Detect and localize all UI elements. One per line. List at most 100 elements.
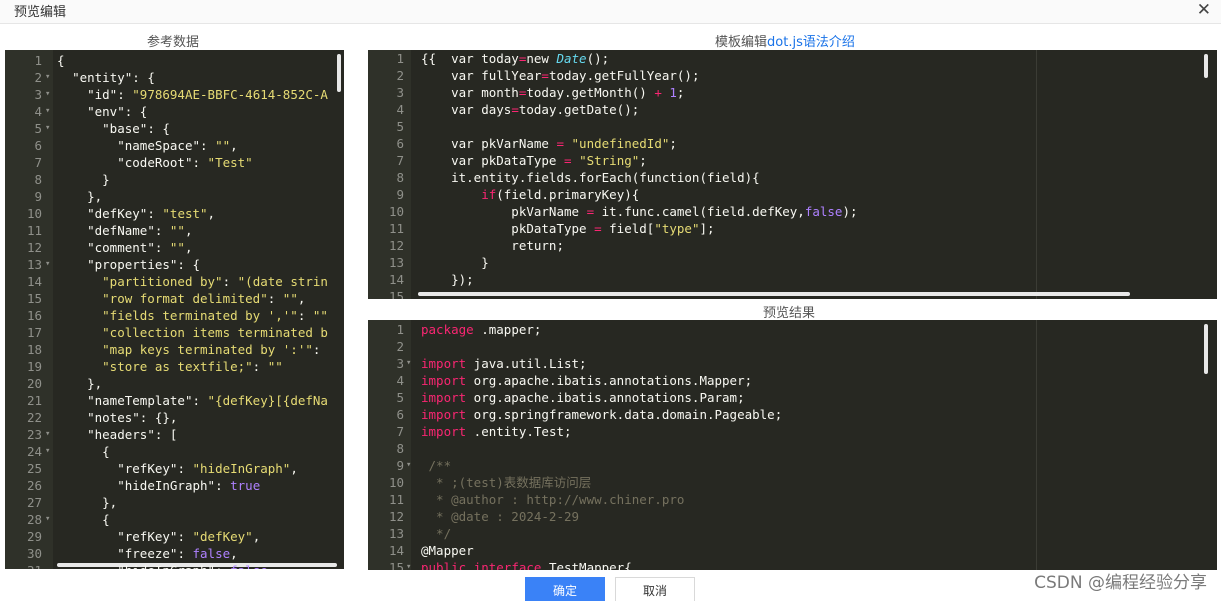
code-line: 9 if(field.primaryKey){ — [368, 186, 1217, 203]
line-number: 23 — [26, 427, 42, 442]
line-number: 28 — [26, 512, 42, 527]
code-text: "entity": { — [72, 70, 155, 85]
code-text: "hideInGraph": true — [117, 478, 261, 493]
line-number: 9 — [396, 458, 404, 473]
code-line: 2 var fullYear=today.getFullYear(); — [368, 67, 1217, 84]
code-text: } — [421, 255, 489, 270]
line-number: 2 — [396, 68, 404, 83]
code-line: 24 ▾ { — [5, 443, 344, 460]
line-number: 12 — [388, 238, 404, 253]
code-line: 4 ▾ "env": { — [5, 103, 344, 120]
code-line: 8 } — [5, 171, 344, 188]
fold-toggle-icon[interactable]: ▾ — [45, 511, 50, 528]
code-line: 8 — [368, 440, 1217, 457]
code-line: 28 ▾ { — [5, 511, 344, 528]
fold-toggle-icon[interactable]: ▾ — [45, 86, 50, 103]
code-text: "properties": { — [87, 257, 200, 272]
code-text: "store as textfile;": "" — [102, 359, 283, 374]
line-number: 15 — [26, 291, 42, 306]
code-line: 26 "hideInGraph": true — [5, 477, 344, 494]
line-number: 17 — [26, 325, 42, 340]
line-number: 15 — [388, 289, 404, 299]
line-number: 9 — [396, 187, 404, 202]
dialog-title: 预览编辑 — [14, 5, 67, 20]
line-number: 16 — [26, 308, 42, 323]
line-number: 27 — [26, 495, 42, 510]
code-line: 4 import org.apache.ibatis.annotations.Ma… — [368, 372, 1217, 389]
line-number: 30 — [26, 546, 42, 561]
code-text: "collection items terminated b — [102, 325, 328, 340]
code-line: 19 "store as textfile;": "" — [5, 358, 344, 375]
code-text: pkDataType = field["type"]; — [421, 221, 715, 236]
line-number: 1 — [34, 53, 42, 68]
dotjs-syntax-link[interactable]: dot.js语法介绍 — [767, 35, 855, 50]
line-number: 14 — [388, 543, 404, 558]
code-text: {{ var today=new Date(); — [421, 51, 610, 66]
fold-toggle-icon[interactable]: ▾ — [406, 457, 411, 474]
code-text: /** — [421, 458, 452, 473]
code-line: 10 "defKey": "test", — [5, 205, 344, 222]
template-editor[interactable]: 1{{ var today=new Date(); 2 var fullYear=… — [368, 50, 1217, 299]
code-text: "nameSpace": "", — [117, 138, 238, 153]
fold-toggle-icon[interactable]: ▾ — [45, 443, 50, 460]
line-number: 7 — [34, 155, 42, 170]
line-number: 29 — [26, 529, 42, 544]
code-text: "hideInGraph": false — [57, 562, 268, 569]
line-number: 10 — [26, 206, 42, 221]
line-number: 12 — [388, 509, 404, 524]
fold-toggle-icon[interactable]: ▾ — [406, 559, 411, 570]
preview-editor[interactable]: 1 package .mapper; 2 3 ▾ import java.util.Lis… — [368, 320, 1217, 570]
preview-result-label: 预览结果 — [763, 306, 816, 321]
code-line: 3 ▾ "id": "978694AE-BBFC-4614-852C-A — [5, 86, 344, 103]
cancel-button[interactable]: 取消 — [615, 577, 695, 601]
code-text: "refKey": "hideInGraph", — [117, 461, 298, 476]
close-icon[interactable]: ✕ — [1197, 0, 1211, 20]
line-number: 31 — [5, 562, 42, 569]
code-line: 5 ▾ "base": { — [5, 120, 344, 137]
code-line: 14 }); — [368, 271, 1217, 288]
reference-data-editor[interactable]: 1{2 ▾ "entity": {3 ▾ "id": "978694AE-BBFC-… — [5, 50, 344, 569]
code-text: var month=today.getMonth() + 1; — [421, 85, 685, 100]
line-number: 21 — [26, 393, 42, 408]
fold-toggle-icon[interactable]: ▾ — [45, 426, 50, 443]
code-text: "fields terminated by ','": "" — [102, 308, 328, 323]
code-text: { — [57, 53, 65, 68]
line-number: 5 — [396, 119, 404, 134]
code-line: 9 }, — [5, 188, 344, 205]
code-text: */ — [421, 526, 452, 541]
template-edit-label-text: 模板编辑 — [715, 35, 768, 50]
line-number: 19 — [26, 359, 42, 374]
code-line: 10 * ;(test)表数据库访问层 — [368, 474, 1217, 491]
code-line: 11 * @author : http://www.chiner.pro — [368, 491, 1217, 508]
code-text: * @author : http://www.chiner.pro — [421, 492, 685, 507]
code-line: 18 "map keys terminated by ':'": — [5, 341, 344, 358]
code-line: 3 var month=today.getMonth() + 1; — [368, 84, 1217, 101]
fold-toggle-icon[interactable]: ▾ — [45, 256, 50, 273]
confirm-button[interactable]: 确定 — [525, 577, 605, 601]
code-line: 3 ▾ import java.util.List; — [368, 355, 1217, 372]
line-number: 14 — [388, 272, 404, 287]
code-text: "comment": "", — [87, 240, 193, 255]
code-text: "defName": "", — [87, 223, 193, 238]
fold-toggle-icon[interactable]: ▾ — [406, 355, 411, 372]
line-number: 13 — [26, 257, 42, 272]
template-edit-label: 模板编辑dot.js语法介绍 — [715, 31, 855, 50]
code-line: 14 "partitioned by": "(date strin — [5, 273, 344, 290]
line-number: 6 — [396, 407, 404, 422]
code-text: "headers": [ — [87, 427, 178, 442]
line-number: 13 — [388, 255, 404, 270]
line-number: 3 — [34, 87, 42, 102]
code-line: 16 "fields terminated by ','": "" — [5, 307, 344, 324]
reference-data-label: 参考数据 — [147, 35, 200, 50]
fold-toggle-icon[interactable]: ▾ — [45, 120, 50, 137]
fold-toggle-icon[interactable]: ▾ — [45, 103, 50, 120]
code-line: 6 import org.springframework.data.domain.… — [368, 406, 1217, 423]
line-number: 5 — [34, 121, 42, 136]
line-number: 4 — [396, 373, 404, 388]
code-line: 11 "defName": "", — [5, 222, 344, 239]
fold-toggle-icon[interactable]: ▾ — [45, 69, 50, 86]
line-number: 15 — [388, 560, 404, 570]
line-number: 6 — [34, 138, 42, 153]
line-number: 8 — [396, 170, 404, 185]
line-number: 4 — [34, 104, 42, 119]
